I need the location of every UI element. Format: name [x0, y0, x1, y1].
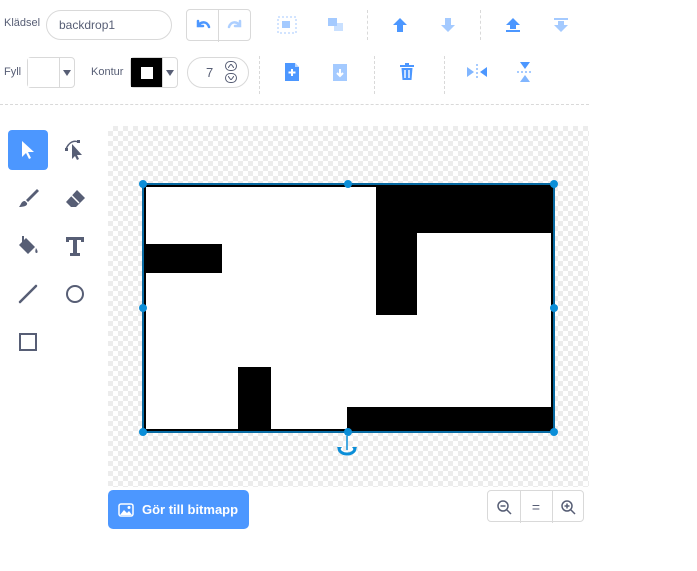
- resize-handle[interactable]: [344, 428, 352, 436]
- outline-color-picker[interactable]: [130, 57, 178, 88]
- convert-to-bitmap-label: Gör till bitmapp: [142, 502, 239, 517]
- undo-redo-group: [186, 9, 251, 42]
- back-button[interactable]: [545, 9, 577, 41]
- convert-to-bitmap-button[interactable]: Gör till bitmapp: [108, 490, 249, 529]
- group-icon: [277, 16, 297, 34]
- separator: [367, 10, 368, 40]
- flip-horizontal-icon: [467, 64, 487, 80]
- resize-handle[interactable]: [139, 428, 147, 436]
- toolbar-divider: [0, 104, 589, 105]
- brush-icon: [19, 189, 39, 207]
- flip-vertical-icon: [517, 62, 533, 82]
- resize-handle[interactable]: [550, 304, 558, 312]
- send-to-back-icon: [554, 18, 568, 32]
- eraser-icon: [66, 190, 85, 207]
- black-block: [347, 407, 553, 431]
- black-block: [144, 244, 222, 273]
- paste-button[interactable]: [324, 56, 356, 88]
- stroke-width-value: 7: [206, 65, 214, 80]
- redo-icon: [227, 19, 241, 29]
- image-icon: [118, 502, 134, 517]
- costume-name-input[interactable]: [46, 10, 172, 40]
- outline-dropdown-arrow: [162, 58, 177, 87]
- resize-handle[interactable]: [139, 180, 147, 188]
- fill-tool[interactable]: [8, 226, 48, 266]
- stroke-width-field[interactable]: 7: [187, 57, 249, 88]
- arrow-up-icon: [393, 18, 407, 32]
- zoom-reset-button[interactable]: =: [520, 491, 553, 523]
- black-block: [238, 367, 271, 431]
- redo-button[interactable]: [219, 10, 250, 42]
- resize-handle[interactable]: [139, 304, 147, 312]
- chevron-down-icon: [228, 76, 234, 80]
- fill-label: Fyll: [4, 66, 22, 78]
- resize-handle[interactable]: [550, 180, 558, 188]
- undo-icon: [196, 19, 210, 29]
- text-icon: [66, 237, 84, 256]
- eraser-tool[interactable]: [55, 178, 95, 218]
- rectangle-tool[interactable]: [8, 322, 48, 362]
- forward-button[interactable]: [384, 9, 416, 41]
- rotate-handle-icon[interactable]: [336, 436, 358, 458]
- chevron-up-icon: [228, 64, 234, 68]
- increase-button[interactable]: [225, 61, 237, 71]
- ungroup-button[interactable]: [320, 9, 352, 41]
- line-tool[interactable]: [8, 274, 48, 314]
- separator: [259, 56, 260, 94]
- caret-down-icon: [63, 69, 71, 76]
- arrow-down-icon: [441, 18, 455, 32]
- resize-handle[interactable]: [344, 180, 352, 188]
- decrease-button[interactable]: [225, 73, 237, 83]
- separator: [444, 56, 445, 94]
- reshape-tool[interactable]: [55, 130, 95, 170]
- delete-button[interactable]: [391, 56, 423, 88]
- arrow-pointer-icon: [22, 141, 34, 159]
- black-block: [376, 185, 417, 315]
- costume-label: Klädsel: [4, 17, 41, 29]
- select-tool[interactable]: [8, 130, 48, 170]
- paint-bucket-icon: [19, 236, 38, 254]
- circle-icon: [66, 285, 84, 303]
- zoom-out-button[interactable]: [488, 491, 521, 523]
- outline-swatch: [131, 58, 162, 87]
- backward-button[interactable]: [432, 9, 464, 41]
- resize-handle[interactable]: [550, 428, 558, 436]
- trash-icon: [400, 63, 414, 80]
- zoom-controls: =: [487, 490, 584, 523]
- front-button[interactable]: [497, 9, 529, 41]
- flip-vertical-button[interactable]: [509, 56, 541, 88]
- fill-color-picker[interactable]: [27, 57, 75, 88]
- circle-tool[interactable]: [55, 274, 95, 314]
- paste-icon: [333, 64, 347, 81]
- copy-button[interactable]: [276, 56, 308, 88]
- ungroup-icon: [328, 18, 343, 31]
- separator: [480, 10, 481, 40]
- reshape-icon: [65, 140, 82, 160]
- zoom-in-icon: [561, 500, 576, 515]
- group-button[interactable]: [271, 9, 303, 41]
- undo-button[interactable]: [187, 10, 219, 42]
- zoom-in-button[interactable]: [552, 491, 584, 523]
- rectangle-icon: [19, 333, 37, 351]
- outline-label: Kontur: [91, 66, 124, 78]
- line-icon: [18, 284, 38, 304]
- bring-to-front-icon: [506, 18, 520, 32]
- fill-swatch: [28, 58, 59, 87]
- text-tool[interactable]: [55, 226, 95, 266]
- flip-horizontal-button[interactable]: [461, 56, 493, 88]
- copy-icon: [285, 63, 299, 81]
- zoom-out-icon: [497, 500, 512, 515]
- caret-down-icon: [166, 69, 174, 76]
- fill-dropdown-arrow: [59, 58, 74, 87]
- separator: [374, 56, 375, 94]
- brush-tool[interactable]: [8, 178, 48, 218]
